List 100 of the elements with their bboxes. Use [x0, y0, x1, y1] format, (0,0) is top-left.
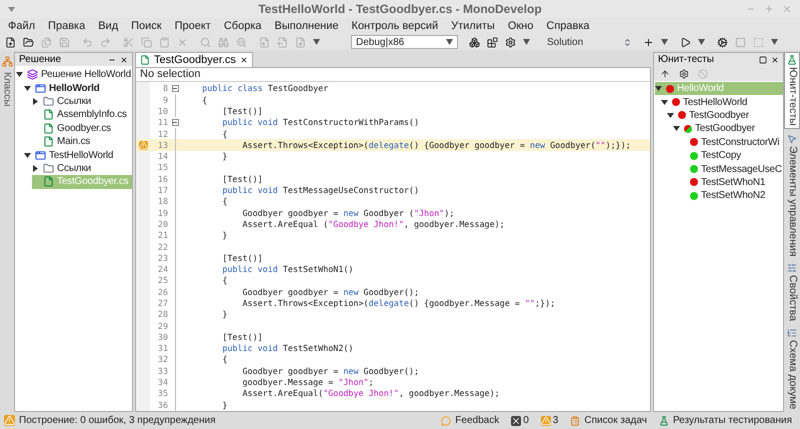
- search-code-icon: [236, 36, 247, 48]
- error-icon: [511, 416, 522, 426]
- menu-item[interactable]: Справка: [546, 18, 590, 34]
- menu-item[interactable]: Окно: [508, 18, 534, 34]
- code-line: public void TestConstructorWithParams(): [221, 116, 419, 129]
- expanded-arrow-icon[interactable]: [661, 98, 669, 106]
- side-tab[interactable]: Свойства: [784, 261, 800, 324]
- menu-item[interactable]: Вид: [98, 18, 118, 34]
- test-item[interactable]: TestGoodbyer: [673, 122, 783, 136]
- toolbar-button[interactable]: [716, 36, 730, 48]
- menu-item[interactable]: Правка: [48, 18, 86, 34]
- test-item[interactable]: TestCopy: [679, 148, 783, 162]
- close-icon[interactable]: [120, 56, 128, 64]
- line-number: 34: [156, 376, 168, 389]
- configuration-dropdown[interactable]: Debug|x86: [351, 35, 458, 49]
- expanded-arrow-icon[interactable]: [24, 152, 32, 159]
- fold-toggle[interactable]: [172, 119, 178, 126]
- side-tab[interactable]: Элементы управления: [784, 132, 800, 258]
- toolbar-button[interactable]: [504, 36, 517, 48]
- menu-item[interactable]: Контроль версий: [352, 18, 438, 34]
- line-number: 35: [156, 387, 168, 400]
- arrow-up-icon[interactable]: [660, 68, 670, 78]
- menu-item[interactable]: Утилиты: [451, 18, 495, 34]
- line-number: 12: [156, 128, 168, 140]
- toolbar-button[interactable]: [22, 36, 35, 48]
- test-item[interactable]: TestSetWhoN2: [679, 189, 783, 203]
- close-icon[interactable]: [771, 56, 779, 64]
- test-item[interactable]: TestGoodbyer: [667, 108, 783, 122]
- fold-toggle[interactable]: [172, 85, 178, 92]
- warning-count-button[interactable]: 3: [536, 413, 562, 428]
- tree-item[interactable]: TestHelloWorld: [24, 148, 132, 162]
- error-count-button[interactable]: 0: [507, 413, 533, 428]
- tree-item[interactable]: Goodbyer.cs: [32, 122, 132, 135]
- expanded-arrow-icon[interactable]: [655, 85, 663, 92]
- test-item[interactable]: TestHelloWorld: [661, 95, 783, 109]
- toolbar-button[interactable]: [486, 36, 499, 48]
- expanded-arrow-icon[interactable]: [16, 71, 24, 78]
- line-number: 10: [156, 104, 168, 118]
- code-line: Assert.AreEqual ("Goodbye Jhon!", goodbyer.Message);: [242, 218, 505, 231]
- window-menu-icon[interactable]: [8, 6, 15, 12]
- code-line: goodbyer.Message = "Jhon";: [242, 376, 374, 389]
- warning-icon: [540, 416, 551, 426]
- code-line: [Test()]: [221, 252, 263, 264]
- play-icon: [680, 36, 692, 48]
- menu-item[interactable]: Выполнение: [274, 18, 339, 34]
- side-tab[interactable]: Схема докуме: [784, 326, 800, 412]
- collapsed-arrow-icon[interactable]: [32, 164, 40, 172]
- flask-icon: [658, 416, 669, 426]
- test-item[interactable]: TestConstructorWi: [679, 136, 783, 149]
- code-line: }: [221, 308, 228, 321]
- test-label: TestSetWhoN1: [701, 176, 766, 190]
- tab-icon: [787, 134, 797, 144]
- test-label: TestHelloWorld: [683, 96, 748, 110]
- line-number: 27: [156, 296, 168, 310]
- solution-selector[interactable]: Solution: [547, 34, 632, 50]
- file-in-icon: [259, 36, 270, 48]
- expanded-arrow-icon[interactable]: [673, 125, 681, 132]
- test-results-button[interactable]: Результаты тестирования: [654, 413, 796, 428]
- toolbar-button[interactable]: [4, 36, 17, 48]
- tree-item[interactable]: Ссылки: [32, 162, 132, 176]
- binoculars-icon: [218, 36, 229, 48]
- menu-item[interactable]: Файл: [8, 18, 36, 34]
- editor-tab[interactable]: TestGoodbyer.cs: [135, 52, 253, 67]
- file-icon: [140, 55, 150, 65]
- tree-item[interactable]: Main.cs: [32, 134, 132, 148]
- menu-item[interactable]: Поиск: [131, 18, 162, 34]
- expanded-arrow-icon[interactable]: [24, 84, 32, 92]
- line-number: 24: [156, 263, 168, 276]
- restore-icon[interactable]: [759, 56, 767, 64]
- line-number: 29: [156, 320, 168, 332]
- line-number: 22: [156, 240, 168, 254]
- side-tab[interactable]: Юнит-тесты: [784, 52, 800, 129]
- side-tab[interactable]: Классы: [0, 71, 14, 108]
- menu-item[interactable]: Проект: [174, 18, 211, 34]
- test-label: TestSetWhoN2: [701, 189, 766, 204]
- line-number: 8: [162, 82, 168, 95]
- tree-item[interactable]: Решение HelloWorld: [16, 68, 132, 82]
- settings-icon[interactable]: [679, 68, 689, 78]
- tree-item[interactable]: HelloWorld: [24, 81, 132, 95]
- code-line: [Test()]: [221, 330, 263, 344]
- feedback-button[interactable]: Feedback: [437, 413, 504, 428]
- menu-item[interactable]: Сборка: [224, 18, 262, 34]
- tree-label: Ссылки: [57, 94, 92, 109]
- toolbar-button[interactable]: [679, 36, 692, 48]
- code-line: Assert.Throws<Exception>(delegate() {Goodbyer goodbyer = new Goodbyer("");});: [242, 138, 631, 152]
- line-number: 9: [162, 94, 168, 106]
- expanded-arrow-icon[interactable]: [667, 112, 675, 119]
- search-icon: [200, 36, 211, 48]
- new-file-icon: [5, 36, 16, 48]
- close-icon[interactable]: [240, 56, 248, 64]
- copy-icon: [141, 36, 152, 48]
- line-number: 18: [156, 195, 168, 208]
- tree-item[interactable]: AssemblyInfo.cs: [32, 108, 132, 122]
- project-icon: [35, 82, 46, 94]
- tree-item[interactable]: Ссылки: [32, 94, 132, 108]
- toolbar-button[interactable]: [468, 36, 481, 48]
- test-item[interactable]: TestSetWhoN1: [679, 176, 783, 190]
- collapsed-arrow-icon[interactable]: [32, 98, 40, 105]
- test-item[interactable]: TestMessageUseC: [679, 162, 783, 176]
- task-list-button[interactable]: Список задач: [566, 413, 651, 428]
